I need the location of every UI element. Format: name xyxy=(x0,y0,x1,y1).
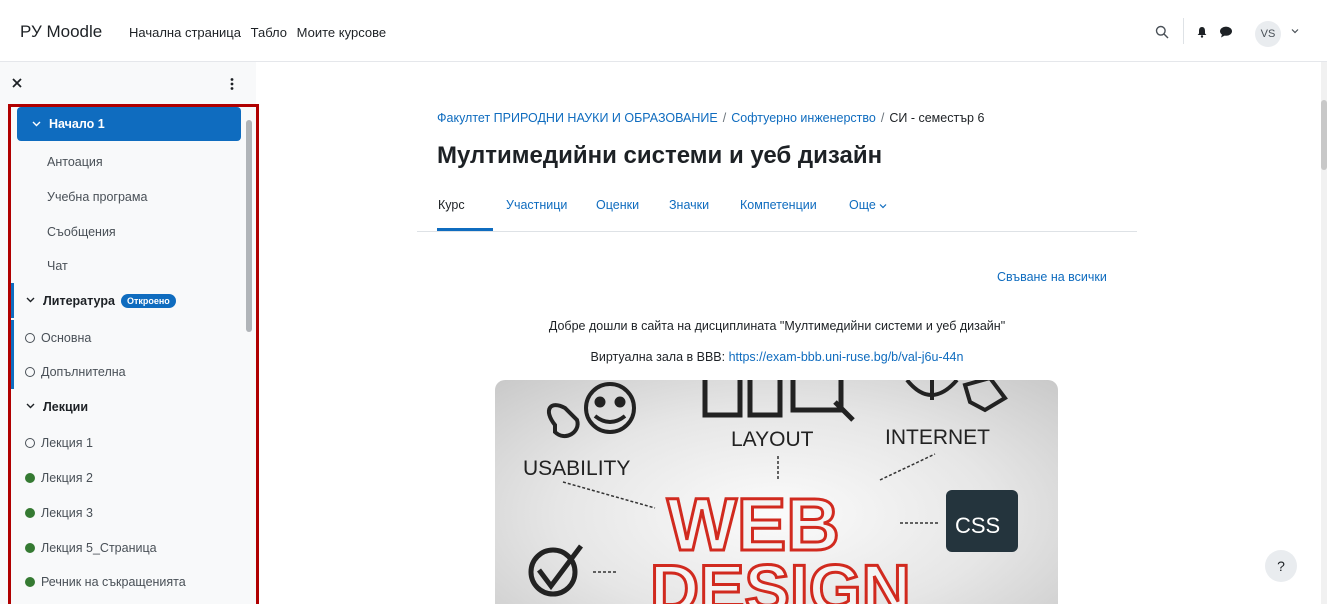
course-index-item[interactable]: Съобщения xyxy=(11,214,247,249)
drawer-header xyxy=(0,62,256,102)
course-index-label: Литература xyxy=(43,293,115,308)
course-index-label: Антоация xyxy=(47,154,103,169)
breadcrumb-separator: / xyxy=(722,111,727,125)
virtual-room-label: Виртуална зала в BBB: xyxy=(590,350,726,364)
chat-icon[interactable] xyxy=(1219,26,1233,38)
course-index-label: Чат xyxy=(47,258,68,273)
page-scrollbar[interactable] xyxy=(1321,62,1327,604)
chevron-down-icon[interactable] xyxy=(21,295,39,306)
bell-icon[interactable] xyxy=(1196,26,1208,38)
web-design-banner-image: LAYOUT INTERNET USABILITY WEB CSS DESIGN xyxy=(495,380,1058,604)
virtual-room-link[interactable]: https://exam-bbb.uni-ruse.bg/b/val-j6u-4… xyxy=(729,350,964,364)
tab-participants[interactable]: Участници xyxy=(506,198,567,212)
course-index-activity[interactable]: Лекция 1 xyxy=(11,425,247,460)
banner-word-usability: USABILITY xyxy=(523,457,630,480)
course-index-item[interactable]: Антоация xyxy=(11,144,247,179)
smiley-icon xyxy=(546,382,636,439)
banner-word-layout: LAYOUT xyxy=(731,428,814,451)
breadcrumb-separator: / xyxy=(880,111,885,125)
tab-course[interactable]: Курс xyxy=(438,198,465,212)
devices-icon xyxy=(702,380,855,422)
nav-link-home[interactable]: Начална страница xyxy=(129,25,241,40)
completion-todo-icon xyxy=(25,366,35,377)
breadcrumb-program[interactable]: Софтуерно инженерство xyxy=(731,111,876,125)
course-index-label: Основна xyxy=(41,330,92,345)
course-index-label: Лекции xyxy=(43,399,89,414)
completion-done-icon xyxy=(25,542,35,553)
completion-done-icon xyxy=(25,472,35,483)
chevron-down-icon xyxy=(879,204,887,209)
tab-grades[interactable]: Оценки xyxy=(596,198,639,212)
completion-todo-icon xyxy=(25,332,35,343)
highlighted-badge: Откроено xyxy=(120,293,176,308)
course-index-activity[interactable]: Лекция 2 xyxy=(11,460,247,495)
virtual-room-line: Виртуална зала в BBB: https://exam-bbb.u… xyxy=(437,350,1117,364)
course-index-activity[interactable]: Допълнителна xyxy=(11,354,247,389)
breadcrumb-faculty[interactable]: Факултет ПРИРОДНИ НАУКИ И ОБРАЗОВАНИЕ xyxy=(437,111,718,125)
tab-badges[interactable]: Значки xyxy=(669,198,709,212)
highlight-indicator xyxy=(11,283,14,318)
course-index-section[interactable]: Начало 1 xyxy=(17,107,241,141)
course-index-item[interactable]: Чат xyxy=(11,248,247,283)
tab-more-label: Още xyxy=(849,198,876,212)
top-navbar: РУ Moodle Начална страница Табло Моите к… xyxy=(0,0,1327,62)
completion-todo-icon xyxy=(25,437,35,448)
course-index-label: Начало 1 xyxy=(49,117,105,131)
tab-competencies[interactable]: Компетенции xyxy=(740,198,817,212)
breadcrumb-current: СИ - семестър 6 xyxy=(889,111,985,125)
course-index-activity[interactable]: Основна xyxy=(11,320,247,355)
active-tab-indicator xyxy=(437,228,493,231)
course-index-label: Съобщения xyxy=(47,224,116,239)
tab-more[interactable]: Още xyxy=(849,198,887,212)
collapse-all-link[interactable]: Свъване на всички xyxy=(997,270,1107,284)
completion-done-icon xyxy=(25,507,35,518)
user-avatar[interactable]: VS xyxy=(1255,21,1281,47)
page-title: Мултимедийни системи и уеб дизайн xyxy=(437,142,883,169)
chevron-down-icon[interactable] xyxy=(21,401,39,412)
highlight-indicator xyxy=(11,354,14,389)
course-index-section[interactable]: Лекции xyxy=(11,389,247,424)
breadcrumb: Факултет ПРИРОДНИ НАУКИ И ОБРАЗОВАНИЕ / Со… xyxy=(437,111,984,125)
nav-link-my-courses[interactable]: Моите курсове xyxy=(297,25,386,40)
primary-navigation: Начална страница Табло Моите курсове xyxy=(129,25,392,40)
help-button[interactable]: ? xyxy=(1265,550,1297,582)
globe-icon xyxy=(905,380,1008,413)
course-index-label: Лекция 5_Страница xyxy=(41,540,157,555)
checkmark-icon xyxy=(528,544,583,597)
course-index-activity[interactable]: Речник на съкращенията xyxy=(11,564,247,599)
completion-done-icon xyxy=(25,576,35,587)
close-icon[interactable] xyxy=(12,78,22,88)
course-index-item[interactable]: Учебна програма xyxy=(11,179,247,214)
course-index-list: Начало 1 Антоация Учебна програма Съобщения… xyxy=(11,107,247,604)
course-index-label: Лекция 1 xyxy=(41,435,93,450)
course-index-activity[interactable]: Лекция 3 xyxy=(11,495,247,530)
search-icon[interactable] xyxy=(1155,25,1169,39)
course-index-label: Лекция 2 xyxy=(41,470,93,485)
course-tabs: Курс Участници Оценки Значки Компетенции… xyxy=(417,190,1137,232)
nav-link-dashboard[interactable]: Табло xyxy=(251,25,287,40)
welcome-text: Добре дошли в сайта на дисциплината "Мул… xyxy=(548,319,1006,333)
chevron-down-icon[interactable] xyxy=(27,119,45,130)
course-index-label: Речник на съкращенията xyxy=(41,574,186,589)
course-index-section[interactable]: Литература Откроено xyxy=(11,283,247,318)
course-index-activity[interactable]: Лекция 5_Страница xyxy=(11,530,247,565)
banner-word-css: CSS xyxy=(955,513,1000,538)
course-index-label: Допълнителна xyxy=(41,364,126,379)
course-index-label: Учебна програма xyxy=(47,189,148,204)
navbar-divider xyxy=(1183,18,1184,44)
course-index-label: Лекция 3 xyxy=(41,505,93,520)
kebab-menu-icon[interactable] xyxy=(230,78,234,90)
highlight-indicator xyxy=(11,320,14,355)
drawer-scrollbar[interactable] xyxy=(246,114,252,604)
banner-word-design: DESIGN xyxy=(650,551,911,604)
chevron-down-icon[interactable] xyxy=(1291,28,1299,34)
site-brand[interactable]: РУ Moodle xyxy=(20,22,102,42)
banner-word-internet: INTERNET xyxy=(885,426,990,449)
